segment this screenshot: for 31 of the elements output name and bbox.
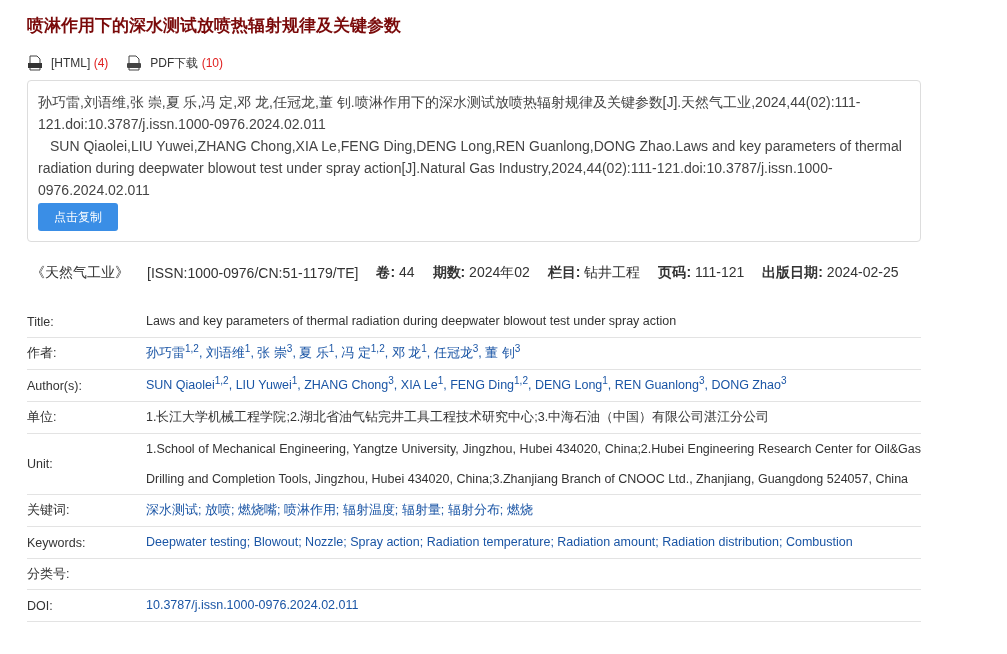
field-value: 1.School of Mechanical Engineering, Yangtze University, Jingzhou, Hubei 434020, China;2.Hubei Engineering Research Center for Oil&Gas Drilling and Completion Tools, Jingzhou, Hubei 434020, China;3.Zhanjiang Branch of CNOOC Ltd., Zhanjiang, Guangdong 524057, China — [146, 441, 921, 488]
field-label: Title: — [27, 313, 55, 331]
journal-name: 《天然气工业》 — [31, 264, 129, 282]
citation-text: SUN Qiaolei,LIU Yuwei,ZHANG Chong,XIA Le,FENG Ding,DENG Long,REN Guanlong,DONG Zhao.Laws and key parameters of thermal radiation during deepwater blowout test under spray action[J].Natural Gas Industry,2024,44(02):111-121.doi:10.3787/j.issn.1000-0976.2024.02.011 — [38, 137, 903, 200]
field-link[interactable]: SUN Qiaolei$^{1,2}$, LIU Yuwei$^{1}$, ZHANG Chong$^{3}$, XIA Le$^{1}$, FENG Ding$^{1,2}$, DENG Long$^{1}$, REN Guanlong$^{3}$, DONG Zhao$^{3}$ — [146, 370, 921, 401]
info-field: 卷: 44 — [376, 264, 415, 282]
field-value: 1.长江大学机械工程学院;2.湖北省油气钻完井工具工程技术研究中心;3.中海石油（中国）有限公司湛江分公司 — [146, 409, 771, 426]
article-title: 喷淋作用下的深水测试放喷热辐射规律及关键参数 — [27, 15, 402, 37]
field-label: 单位: — [27, 409, 58, 426]
info-field: 期数: 2024年02 — [432, 264, 530, 282]
field-label: 分类号: — [27, 565, 71, 583]
field-link[interactable]: Deepwater testing; Blowout; Nozzle; Spray action; Radiation temperature; Radiation amount; Radiation distribution; Combustion — [146, 527, 921, 558]
field-label: DOI: — [27, 597, 54, 615]
field-value: Laws and key parameters of thermal radiation during deepwater blowout test under spray action — [146, 313, 678, 330]
info-field: 出版日期: 2024-02-25 — [762, 264, 899, 282]
issn-text: [ISSN:1000-0976/CN:51-1179/TE] — [147, 265, 359, 281]
field-link[interactable]: 深水测试; 放喷; 燃烧嘴; 喷淋作用; 辐射温度; 辐射量; 辐射分布; 燃烧 — [146, 495, 921, 526]
field-label: 作者: — [27, 345, 58, 362]
field-label: Unit: — [27, 456, 54, 473]
citation-text: 孙巧雷,刘语维,张 崇,夏 乐,冯 定,邓 龙,任冠龙,董 钊.喷淋作用下的深水测试放喷热辐射规律及关键参数[J].天然气工业,2024,44(02):111-121.doi:10.3787/j.issn.1000-0976.2024.02.011 — [38, 93, 862, 134]
info-field: 页码: 111-121 — [658, 264, 745, 282]
document-icon[interactable] — [27, 55, 43, 71]
field-link[interactable]: 10.3787/j.issn.1000-0976.2024.02.011 — [146, 590, 921, 621]
document-icon[interactable] — [126, 55, 143, 71]
field-link[interactable]: 孙巧雷$^{1,2}$, 刘语维$^{1}$, 张 崇$^{3}$, 夏 乐$^{1}$, 冯 定$^{1,2}$, 邓 龙$^{1}$, 任冠龙$^{3}$, 董 钊$^{3}$ — [146, 338, 921, 369]
download-link[interactable]: [HTML] (4) — [51, 56, 109, 70]
field-label: Author(s): — [27, 377, 83, 395]
field-label: 关键词: — [27, 502, 71, 519]
field-label: Keywords: — [27, 534, 87, 552]
info-field: 栏目: 钻井工程 — [547, 264, 641, 282]
download-link[interactable]: PDF下载 (10) — [150, 54, 224, 72]
